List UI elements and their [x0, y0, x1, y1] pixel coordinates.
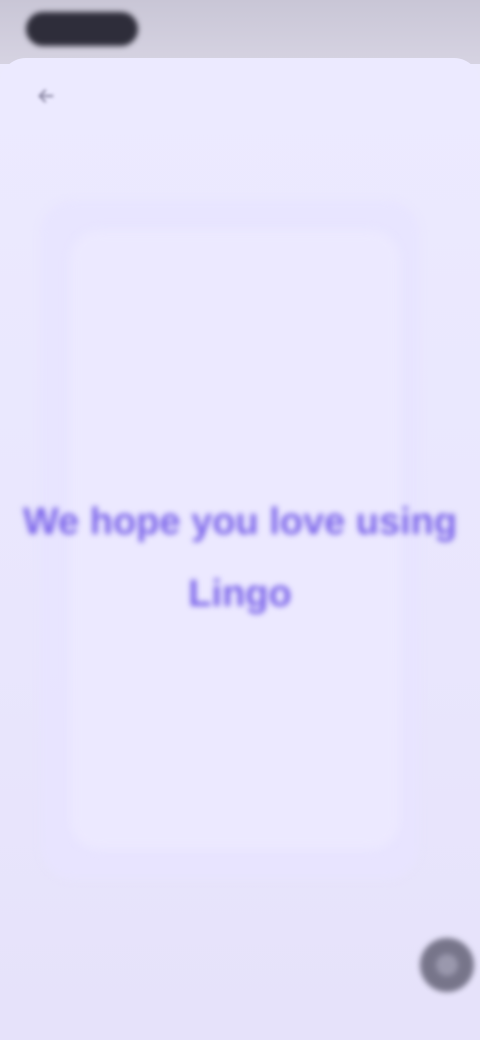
circle-action-icon — [436, 954, 458, 976]
welcome-message: We hope you love using Lingo — [22, 501, 458, 615]
status-bar — [0, 0, 480, 64]
status-indicator — [26, 12, 138, 46]
onboarding-screen: We hope you love using Lingo — [0, 0, 480, 1040]
floating-action-button[interactable] — [420, 938, 474, 992]
arrow-left-icon — [38, 89, 54, 103]
back-button[interactable] — [26, 76, 66, 116]
